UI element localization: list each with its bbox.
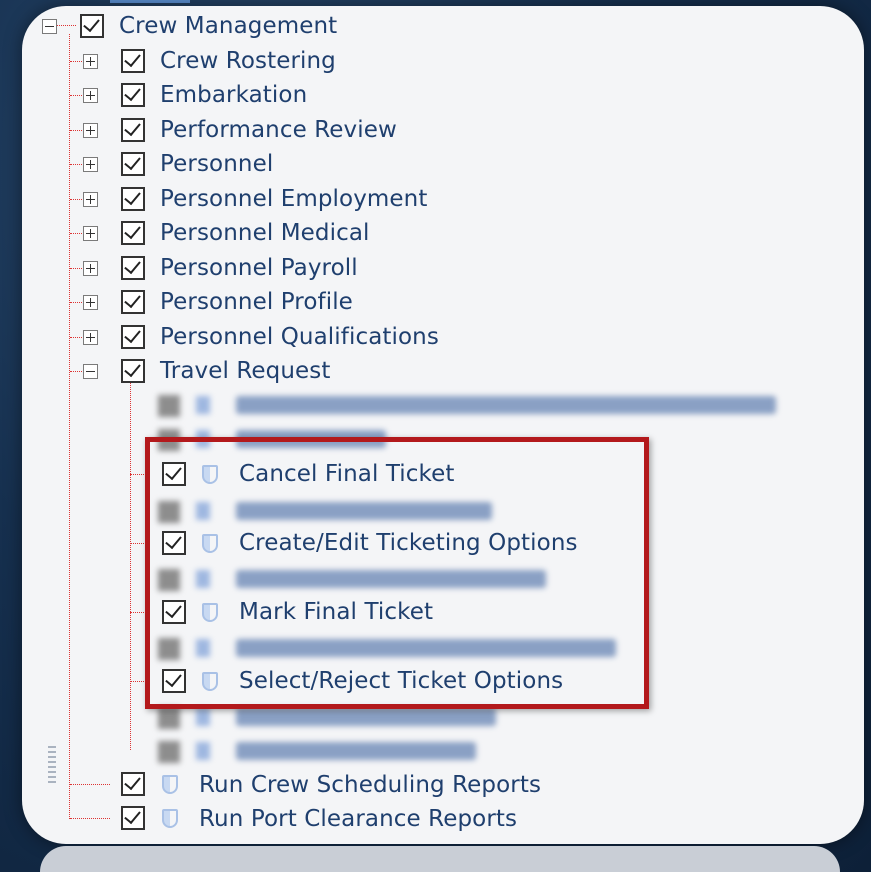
tree-connector-root: [69, 34, 70, 819]
tree-node-personnel-qualifications[interactable]: Personnel Qualifications: [160, 320, 439, 354]
node-label: Personnel: [160, 151, 274, 177]
node-label: Crew Rostering: [160, 48, 336, 74]
shield-icon: [162, 775, 178, 794]
scroll-grip[interactable]: [48, 746, 56, 786]
expand-icon[interactable]: [83, 54, 98, 69]
node-label: Personnel Payroll: [160, 255, 358, 281]
node-label: Embarkation: [160, 82, 308, 108]
node-checkbox[interactable]: [121, 325, 145, 349]
node-checkbox[interactable]: [121, 49, 145, 73]
node-label: Personnel Medical: [160, 220, 370, 246]
node-checkbox[interactable]: [121, 806, 145, 830]
tree-connector: [70, 784, 110, 785]
tree-node-run-port-clearance-reports[interactable]: Run Port Clearance Reports: [199, 802, 517, 836]
node-checkbox[interactable]: [121, 772, 145, 796]
node-label: Personnel Profile: [160, 289, 353, 315]
tree-node-embarkation[interactable]: Embarkation: [160, 78, 307, 112]
node-checkbox[interactable]: [121, 152, 145, 176]
expand-icon[interactable]: [83, 157, 98, 172]
root-checkbox[interactable]: [80, 14, 104, 38]
tree-node-personnel-profile[interactable]: Personnel Profile: [160, 285, 353, 319]
highlight-box: [145, 437, 649, 709]
node-checkbox[interactable]: [121, 83, 145, 107]
node-checkbox[interactable]: [121, 256, 145, 280]
tree-connector: [54, 25, 76, 26]
node-label: Performance Review: [160, 117, 397, 143]
node-checkbox[interactable]: [121, 359, 145, 383]
expand-icon[interactable]: [83, 226, 98, 241]
tree-node-crew-rostering[interactable]: Crew Rostering: [160, 44, 336, 78]
node-label: Crew Management: [119, 13, 338, 39]
expand-icon[interactable]: [83, 295, 98, 310]
node-checkbox[interactable]: [121, 221, 145, 245]
collapse-icon[interactable]: [83, 364, 98, 379]
tree-node-crew-management[interactable]: Crew Management: [119, 9, 337, 43]
blurred-background-text: [200, 854, 207, 872]
tree-connector-travel: [130, 378, 131, 750]
shield-icon: [162, 809, 178, 828]
tree-node-personnel[interactable]: Personnel: [160, 147, 273, 181]
node-checkbox[interactable]: [121, 187, 145, 211]
node-label: Travel Request: [160, 358, 331, 384]
node-checkbox[interactable]: [121, 118, 145, 142]
tree-node-performance-review[interactable]: Performance Review: [160, 113, 397, 147]
redacted-permission-row: [158, 736, 498, 766]
node-label: Personnel Qualifications: [160, 324, 439, 350]
node-checkbox[interactable]: [121, 290, 145, 314]
expand-icon[interactable]: [83, 192, 98, 207]
permissions-tree-panel: Crew Management Crew Rostering Embarkati…: [22, 6, 864, 844]
expand-icon[interactable]: [83, 261, 98, 276]
tree-node-personnel-medical[interactable]: Personnel Medical: [160, 216, 370, 250]
node-label: Run Port Clearance Reports: [199, 806, 518, 832]
expand-icon[interactable]: [83, 330, 98, 345]
node-label: Personnel Employment: [160, 186, 428, 212]
tree-node-travel-request[interactable]: Travel Request: [160, 354, 331, 388]
redacted-permission-row: [158, 390, 798, 420]
collapse-icon[interactable]: [42, 19, 57, 34]
tree-node-personnel-employment[interactable]: Personnel Employment: [160, 182, 427, 216]
tree-connector: [70, 818, 110, 819]
node-label: Run Crew Scheduling Reports: [199, 772, 542, 798]
expand-icon[interactable]: [83, 88, 98, 103]
background-window-edge: [40, 846, 840, 872]
tree-node-run-crew-scheduling-reports[interactable]: Run Crew Scheduling Reports: [199, 768, 541, 802]
active-tab-indicator: [110, 0, 190, 3]
expand-icon[interactable]: [83, 123, 98, 138]
tree-node-personnel-payroll[interactable]: Personnel Payroll: [160, 251, 358, 285]
